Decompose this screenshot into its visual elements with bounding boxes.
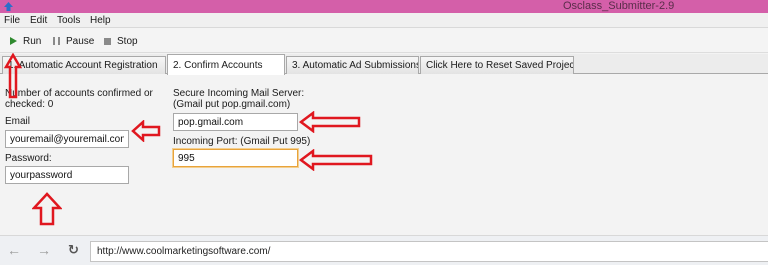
incoming-port-field[interactable] bbox=[173, 149, 298, 167]
accounts-count-label-line1: Number of accounts confirmed or bbox=[5, 88, 153, 99]
menu-file[interactable]: File bbox=[4, 14, 20, 27]
menu-edit[interactable]: Edit bbox=[30, 14, 47, 27]
pause-label: Pause bbox=[66, 35, 95, 47]
run-label: Run bbox=[23, 35, 42, 47]
mail-server-label-line1: Secure Incoming Mail Server: bbox=[173, 88, 305, 99]
confirm-accounts-panel: Number of accounts confirmed or checked:… bbox=[0, 74, 768, 235]
title-bar: Osclass_Submitter-2.9 bbox=[0, 0, 768, 13]
arrow-up-icon bbox=[32, 192, 62, 226]
password-field[interactable] bbox=[5, 166, 129, 184]
tab-reset-projects[interactable]: Click Here to Reset Saved Projects bbox=[420, 56, 574, 74]
back-arrow-icon[interactable]: ← bbox=[7, 243, 21, 257]
run-button[interactable]: Run bbox=[10, 34, 41, 48]
address-bar[interactable]: http://www.coolmarketingsoftware.com/ bbox=[90, 241, 768, 262]
pause-button[interactable]: Pause bbox=[53, 34, 94, 48]
reload-icon[interactable]: ↻ bbox=[68, 243, 79, 257]
mail-server-field[interactable] bbox=[173, 113, 298, 131]
arrow-up-icon bbox=[4, 53, 22, 99]
forward-arrow-icon[interactable]: → bbox=[37, 243, 51, 257]
browser-bar: ← → ↻ http://www.coolmarketingsoftware.c… bbox=[0, 235, 768, 265]
tab-ad-submissions[interactable]: 3. Automatic Ad Submissions bbox=[286, 56, 419, 74]
menu-help[interactable]: Help bbox=[90, 14, 111, 27]
email-field[interactable] bbox=[5, 130, 129, 148]
menu-tools[interactable]: Tools bbox=[57, 14, 80, 27]
pause-icon bbox=[53, 37, 60, 45]
incoming-port-label: Incoming Port: (Gmail Put 995) bbox=[173, 136, 311, 147]
play-icon bbox=[10, 37, 17, 45]
tab-confirm-accounts[interactable]: 2. Confirm Accounts bbox=[167, 54, 285, 75]
window-title: Osclass_Submitter-2.9 bbox=[563, 0, 675, 12]
app-icon bbox=[4, 2, 13, 11]
mail-server-label-line2: (Gmail put pop.gmail.com) bbox=[173, 99, 291, 110]
menu-bar: File Edit Tools Help bbox=[0, 13, 768, 28]
arrow-left-icon bbox=[299, 111, 361, 133]
tab-strip: 1. Automatic Account Registration 2. Con… bbox=[0, 54, 768, 75]
toolbar: Run Pause Stop bbox=[0, 28, 768, 53]
stop-label: Stop bbox=[117, 35, 138, 47]
arrow-left-icon bbox=[299, 149, 373, 171]
tab-account-registration[interactable]: 1. Automatic Account Registration bbox=[2, 56, 166, 74]
arrow-left-icon bbox=[131, 120, 161, 142]
stop-icon bbox=[104, 37, 111, 45]
password-label: Password: bbox=[5, 153, 52, 164]
accounts-count-label-line2: checked: 0 bbox=[5, 99, 54, 110]
email-label: Email bbox=[5, 116, 31, 127]
stop-button[interactable]: Stop bbox=[104, 34, 138, 48]
